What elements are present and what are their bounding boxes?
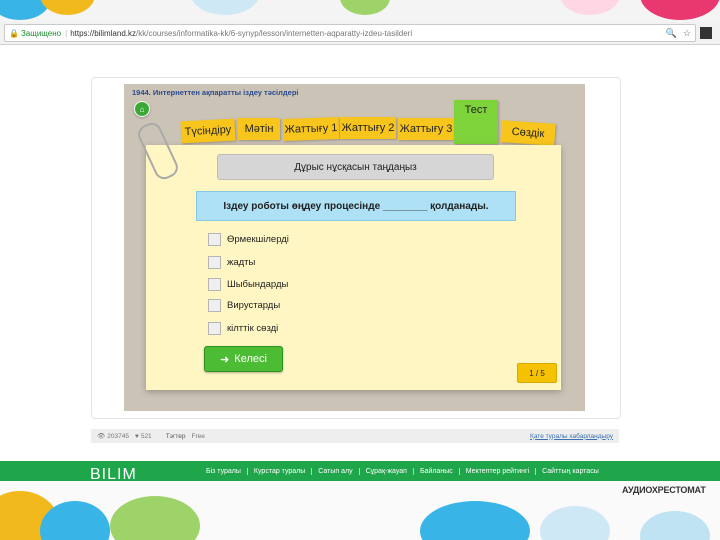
option-label: жадты <box>227 257 256 268</box>
lesson-title: 1944. Интернеттен ақпаратты іздеу тәсілд… <box>132 88 299 97</box>
bottom-banner-decoration <box>0 481 720 540</box>
tab-test[interactable]: Тест <box>454 100 498 144</box>
option-label: Өрмекшілерді <box>227 234 289 245</box>
checkbox[interactable] <box>208 322 221 335</box>
secure-label: Защищено <box>20 28 62 38</box>
arrow-right-icon: ➜ <box>220 353 230 366</box>
extension-icon[interactable] <box>700 27 712 39</box>
tab-exercise-1[interactable]: Жаттығу 1 <box>282 117 340 141</box>
question-text: Іздеу роботы өңдеу процесінде ________ қ… <box>196 191 516 221</box>
footer-link-contact[interactable]: Байланыс <box>412 468 459 475</box>
browser-address-bar: 🔒 Защищено | https://bilimland.kz /kk/co… <box>0 22 720 45</box>
tab-glossary[interactable]: Сөздік <box>500 120 556 146</box>
tab-exercise-3[interactable]: Жаттығу 3 <box>398 118 454 140</box>
tab-exercise-2[interactable]: Жаттығу 2 <box>340 117 396 139</box>
eye-icon: 👁 <box>97 433 106 440</box>
audio-banner-label[interactable]: АУДИОХРЕСТОМАТ <box>622 485 706 495</box>
page-indicator: 1 / 5 <box>517 363 557 383</box>
answer-option[interactable]: Вирустарды <box>208 299 280 312</box>
next-button[interactable]: ➜ Келесі <box>204 346 283 372</box>
footer-link-buy[interactable]: Сатып алу <box>311 468 358 475</box>
tags-label: Тэгтер <box>165 432 186 440</box>
star-icon[interactable]: ☆ <box>683 28 691 39</box>
footer-link-sitemap[interactable]: Сайттың картасы <box>535 468 605 475</box>
option-label: кілттік сөзді <box>227 323 279 334</box>
url-path: /kk/courses/informatika-kk/6-synyp/lesso… <box>136 28 413 38</box>
stats-bar: 👁 203745 ♥ 521 Тэгтер Free Қате туралы х… <box>91 429 619 443</box>
tag-link[interactable]: Free <box>191 433 204 440</box>
footer-link-courses[interactable]: Курстар туралы <box>246 468 311 475</box>
home-button[interactable]: ⌂ <box>134 101 150 117</box>
checkbox[interactable] <box>208 299 221 312</box>
footer-link-rating[interactable]: Мектептер рейтингі <box>458 468 535 475</box>
url-host: https://bilimland.kz <box>70 28 136 38</box>
top-banner-decoration <box>0 0 720 22</box>
option-label: Шыбындарды <box>227 279 289 290</box>
answer-option[interactable]: жадты <box>208 256 255 269</box>
heart-icon: ♥ <box>134 432 139 440</box>
view-count: 203745 <box>107 432 129 440</box>
checkbox[interactable] <box>208 256 221 269</box>
like-count: 521 <box>140 432 152 440</box>
answer-option[interactable]: Өрмекшілерді <box>208 233 289 246</box>
report-error-link[interactable]: Қате туралы хабарландыру <box>530 433 613 440</box>
zoom-icon[interactable]: 🔍 <box>666 28 677 39</box>
instruction-banner: Дұрыс нұсқасын таңдаңыз <box>217 154 494 180</box>
checkbox[interactable] <box>208 278 221 291</box>
next-label: Келесі <box>234 353 267 365</box>
lock-icon: 🔒 <box>9 28 19 38</box>
answer-option[interactable]: Шыбындарды <box>208 278 288 291</box>
url-field[interactable]: 🔒 Защищено | https://bilimland.kz /kk/co… <box>4 24 696 42</box>
option-label: Вирустарды <box>227 300 281 311</box>
footer-nav: Біз туралы Курстар туралы Сатып алу Сұра… <box>206 468 605 475</box>
home-icon: ⌂ <box>139 104 145 114</box>
tab-explanation[interactable]: Түсіндіру <box>180 118 236 144</box>
answer-option[interactable]: кілттік сөзді <box>208 322 278 335</box>
tab-text[interactable]: Мәтін <box>238 118 280 140</box>
footer-link-faq[interactable]: Сұрақ-жауап <box>358 468 413 475</box>
checkbox[interactable] <box>208 233 221 246</box>
footer-link-about[interactable]: Біз туралы <box>206 468 247 475</box>
